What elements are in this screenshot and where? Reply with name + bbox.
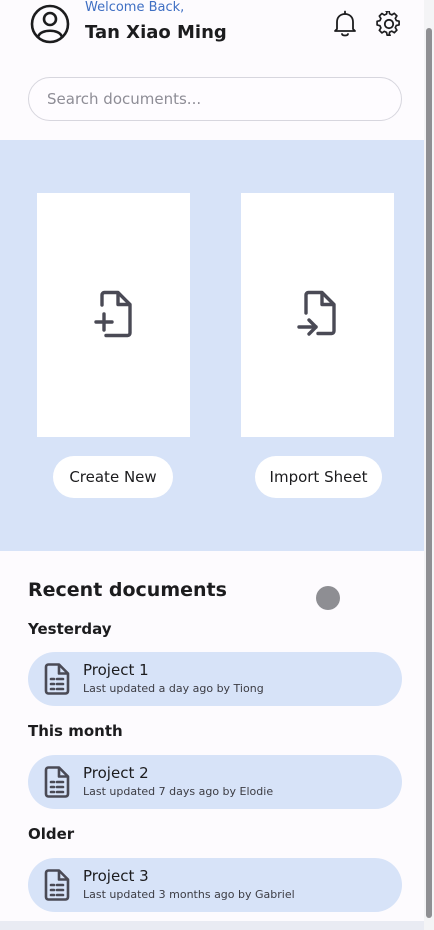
file-add-icon: [93, 290, 132, 338]
app-screen: Welcome Back, Tan Xiao Ming Search docum…: [0, 0, 424, 921]
document-item-project-1[interactable]: Project 1 Last updated a day ago by Tion…: [28, 652, 402, 706]
document-meta: Last updated a day ago by Tiong: [83, 682, 264, 695]
document-meta: Last updated 3 months ago by Gabriel: [83, 888, 295, 901]
welcome-text: Welcome Back,: [85, 0, 185, 15]
group-label-this-month: This month: [28, 722, 123, 740]
import-sheet-button[interactable]: Import Sheet: [255, 456, 382, 498]
recent-documents-title: Recent documents: [28, 579, 227, 601]
spreadsheet-file-icon: [44, 766, 70, 798]
file-import-icon: [296, 290, 336, 336]
quick-actions-panel: Create New Import Sheet: [0, 140, 424, 551]
account-circle-icon[interactable]: [30, 4, 70, 44]
scrollbar[interactable]: [424, 0, 434, 930]
spreadsheet-file-icon: [44, 663, 70, 695]
document-item-project-2[interactable]: Project 2 Last updated 7 days ago by Elo…: [28, 755, 402, 809]
create-new-card[interactable]: [37, 193, 190, 437]
group-label-yesterday: Yesterday: [28, 620, 112, 638]
group-label-older: Older: [28, 825, 75, 843]
header: Welcome Back, Tan Xiao Ming: [0, 0, 424, 140]
create-new-button[interactable]: Create New: [53, 456, 173, 498]
spreadsheet-file-icon: [44, 869, 70, 901]
user-name: Tan Xiao Ming: [85, 22, 227, 43]
scrollbar-thumb[interactable]: [426, 28, 432, 918]
document-name: Project 1: [83, 661, 149, 679]
document-name: Project 3: [83, 867, 149, 885]
bell-icon[interactable]: [332, 10, 358, 38]
document-name: Project 2: [83, 764, 149, 782]
import-sheet-card[interactable]: [241, 193, 394, 437]
document-item-project-3[interactable]: Project 3 Last updated 3 months ago by G…: [28, 858, 402, 912]
touch-indicator: [316, 586, 340, 610]
gear-icon[interactable]: [376, 11, 402, 37]
document-meta: Last updated 7 days ago by Elodie: [83, 785, 274, 798]
search-input[interactable]: [28, 77, 402, 121]
